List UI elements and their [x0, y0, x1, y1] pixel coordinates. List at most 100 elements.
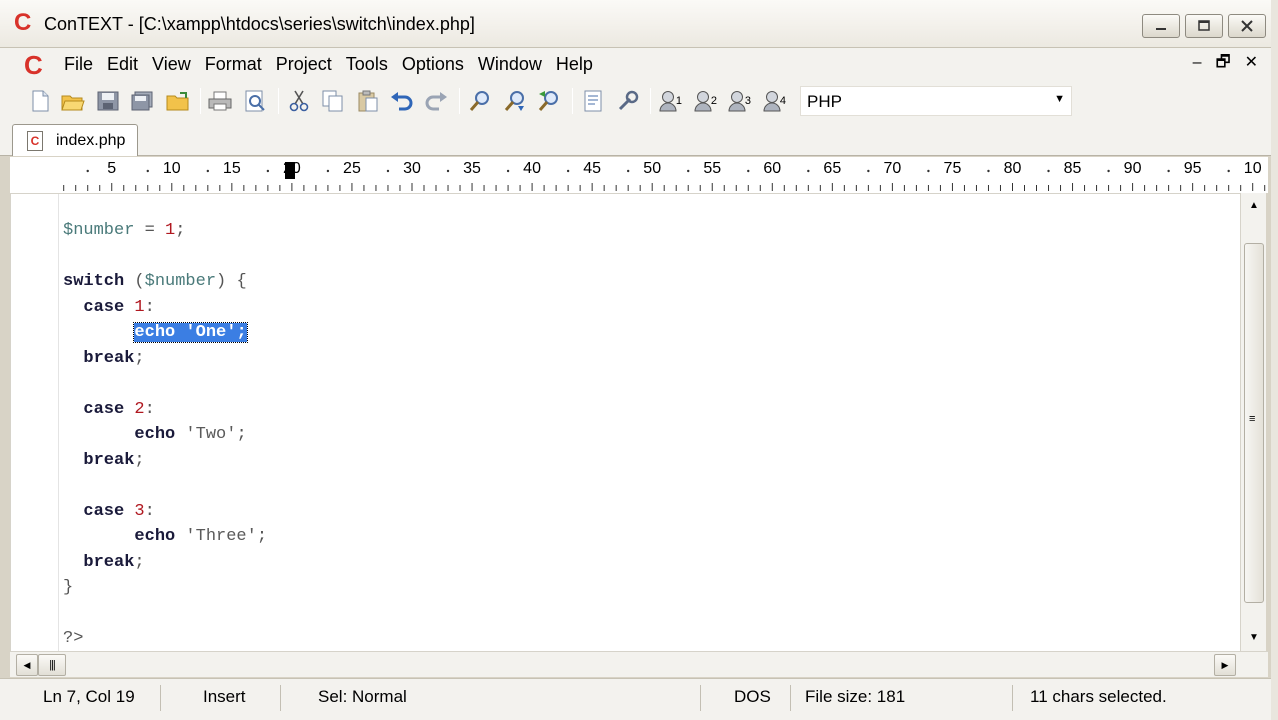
- ruler-dot: [626, 169, 630, 173]
- cursor-position: Ln 7, Col 19: [43, 687, 135, 706]
- app-logo-icon: C: [14, 9, 32, 36]
- line-ending: DOS: [734, 687, 771, 706]
- ruler-dot: [1107, 169, 1110, 173]
- user-command-3-icon[interactable]: 3: [727, 90, 751, 112]
- new-file-icon[interactable]: [28, 90, 52, 112]
- paste-icon[interactable]: [356, 90, 380, 112]
- window-title: ConTEXT - [C:\xampp\htdocs\series\switch…: [44, 14, 475, 34]
- ruler-label: 35: [463, 160, 481, 177]
- menu-view[interactable]: View: [145, 53, 198, 75]
- ruler-dot: [1047, 169, 1050, 173]
- ruler-dot: [206, 169, 210, 173]
- doc-close-button[interactable]: ✕: [1245, 53, 1258, 73]
- ruler-dot: [807, 169, 810, 173]
- find-icon[interactable]: [468, 90, 492, 112]
- vertical-scroll-thumb[interactable]: ≡: [1244, 243, 1264, 603]
- settings-icon[interactable]: [616, 90, 640, 112]
- close-button[interactable]: [1228, 14, 1266, 38]
- doc-restore-button[interactable]: 🗗: [1216, 53, 1231, 73]
- chevron-down-icon[interactable]: ▼: [1054, 93, 1065, 105]
- scroll-right-icon[interactable]: ▶: [1214, 654, 1236, 676]
- vertical-scrollbar[interactable]: ▲ ≡ ▼: [1240, 193, 1266, 651]
- print-icon[interactable]: [208, 90, 232, 112]
- ruler-dot: [1167, 169, 1170, 173]
- user-command-4-number: 4: [779, 95, 786, 107]
- document-menu-icon[interactable]: C: [24, 50, 43, 81]
- menu-project[interactable]: Project: [269, 53, 339, 75]
- code-line-6: break;: [63, 349, 145, 368]
- user-command-4-icon[interactable]: 4: [762, 90, 786, 112]
- ruler-label: 85: [1063, 160, 1082, 177]
- selected-text: echo 'One';: [133, 322, 248, 343]
- doc-minimize-button[interactable]: –: [1193, 53, 1202, 73]
- menu-options[interactable]: Options: [395, 53, 471, 75]
- minimize-icon: [1156, 28, 1166, 30]
- code-line-17: ?>: [63, 629, 84, 648]
- user-command-1-icon[interactable]: 1: [658, 90, 682, 112]
- save-all-icon[interactable]: [130, 90, 154, 112]
- minimize-button[interactable]: [1142, 14, 1180, 38]
- menu-file[interactable]: File: [57, 53, 100, 75]
- insert-mode[interactable]: Insert: [203, 687, 246, 707]
- undo-icon[interactable]: [390, 90, 414, 112]
- scroll-up-icon[interactable]: ▲: [1241, 195, 1267, 217]
- file-size: File size: 181: [805, 687, 906, 706]
- ruler-dot: [146, 169, 149, 173]
- ruler-label: 60: [763, 160, 782, 177]
- open-file-icon[interactable]: [61, 90, 85, 112]
- scroll-down-icon[interactable]: ▼: [1241, 627, 1267, 649]
- ruler-label: 30: [403, 160, 421, 177]
- redo-icon[interactable]: [424, 90, 448, 112]
- user-command-2-number: 2: [710, 95, 717, 107]
- find-next-icon[interactable]: [503, 90, 527, 112]
- code-line-4: case 1:: [63, 298, 155, 317]
- ruler-dot: [927, 169, 930, 173]
- code-line-3: switch ($number) {: [63, 272, 247, 291]
- ruler-label: 5: [107, 160, 117, 177]
- code-editor[interactable]: $number = 1; switch ($number) { case 1: …: [10, 193, 1240, 652]
- replace-icon[interactable]: [537, 90, 561, 112]
- code-line-8: case 2:: [63, 400, 155, 419]
- ruler-label: 55: [703, 160, 722, 177]
- save-icon[interactable]: [96, 90, 120, 112]
- user-command-1-number: 1: [675, 95, 682, 107]
- window-edge: [1271, 0, 1278, 720]
- language-select[interactable]: PHP ▼: [800, 86, 1072, 116]
- maximize-button[interactable]: [1185, 14, 1223, 38]
- column-ruler: 5 10 15 20 25 30 35 40 45 50 55 60 65 70 75 80 85 90 95 10: [10, 157, 1268, 193]
- horizontal-scroll-thumb[interactable]: |||: [38, 654, 66, 676]
- menu-format[interactable]: Format: [198, 53, 269, 75]
- ruler-label: 50: [643, 160, 662, 177]
- gutter-margin: [58, 194, 59, 652]
- menu-help[interactable]: Help: [549, 53, 600, 75]
- ruler-dot: [86, 169, 89, 173]
- ruler-label: 80: [1003, 160, 1022, 177]
- code-line-10: break;: [63, 451, 145, 470]
- document-tab-strip: C index.php: [0, 122, 1278, 156]
- ruler-dot: [506, 169, 510, 173]
- status-bar: Ln 7, Col 19 Insert Sel: Normal DOS File…: [0, 678, 1278, 720]
- ruler-dot: [1227, 169, 1230, 173]
- user-command-2-icon[interactable]: 2: [693, 90, 717, 112]
- tab-index-php[interactable]: C index.php: [12, 124, 138, 156]
- selection-info: 11 chars selected.: [1030, 687, 1167, 706]
- horizontal-scrollbar[interactable]: ◀ ||| ▶: [10, 651, 1268, 677]
- ruler-dot: [747, 169, 750, 173]
- menu-tools[interactable]: Tools: [339, 53, 395, 75]
- code-line-13: echo 'Three';: [63, 527, 268, 546]
- selection-mode[interactable]: Sel: Normal: [318, 687, 407, 707]
- title-bar: C ConTEXT - [C:\xampp\htdocs\series\swit…: [0, 0, 1278, 48]
- ruler-label: 10: [162, 160, 181, 177]
- menu-edit[interactable]: Edit: [100, 53, 145, 75]
- ruler-label: 95: [1183, 160, 1202, 177]
- menu-window[interactable]: Window: [471, 53, 549, 75]
- print-preview-icon[interactable]: [243, 90, 267, 112]
- scroll-left-icon[interactable]: ◀: [16, 654, 38, 676]
- ruler-label: 70: [883, 160, 902, 177]
- cut-icon[interactable]: [287, 90, 311, 112]
- copy-icon[interactable]: [321, 90, 345, 112]
- export-icon[interactable]: [582, 90, 606, 112]
- open-folder-icon[interactable]: [166, 90, 190, 112]
- ruler-label: 15: [222, 160, 241, 177]
- ruler-dot: [446, 169, 450, 173]
